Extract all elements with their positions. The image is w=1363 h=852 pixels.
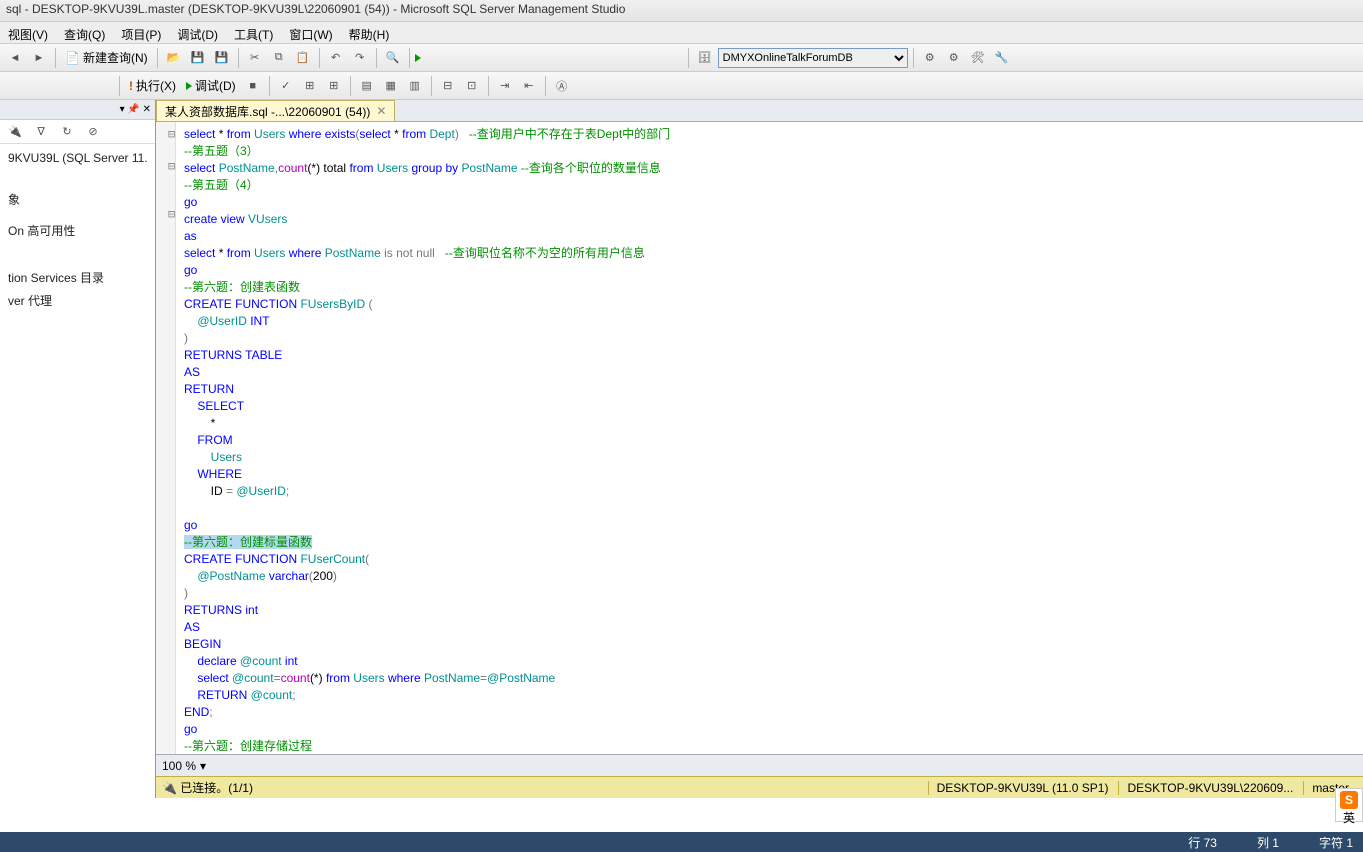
new-query-button[interactable]: 📄 新建查询(N) <box>61 49 152 66</box>
menu-view[interactable]: 视图(V) <box>0 24 56 41</box>
object-tree[interactable]: 9KVU39L (SQL Server 11. 象 On 高可用性 tion S… <box>0 144 155 316</box>
tree-server[interactable]: 9KVU39L (SQL Server 11. <box>4 148 151 168</box>
indent-icon[interactable]: ⇥ <box>494 75 516 97</box>
comment-icon[interactable]: ⊟ <box>437 75 459 97</box>
bottom-status: 行 73 列 1 字符 1 <box>0 832 1363 852</box>
uncomment-icon[interactable]: ⊡ <box>461 75 483 97</box>
fold-column[interactable]: ⊟ ⊟ ⊟ <box>168 126 176 222</box>
document-tabs: 某人资部数据库.sql -...\22060901 (54)) ✕ <box>156 100 1363 122</box>
tree-item[interactable]: On 高可用性 <box>4 219 151 242</box>
tool-icon-4[interactable]: 🔧 <box>991 47 1013 69</box>
plan-icon[interactable]: ⊞ <box>299 75 321 97</box>
tree-item[interactable]: ver 代理 <box>4 289 151 312</box>
tab-label: 某人资部数据库.sql -...\22060901 (54)) <box>165 103 370 120</box>
nav-back-icon[interactable]: ◄ <box>4 47 26 69</box>
toolbar-main: ◄ ► 📄 新建查询(N) 📂 💾 💾 ✂ ⧉ 📋 ↶ ↷ 🔍 🗄 DMYXOn… <box>0 44 1363 72</box>
object-explorer: ▾ 📌 ✕ 🔌 ∇ ↻ ⊘ 9KVU39L (SQL Server 11. 象 … <box>0 100 156 798</box>
menu-tools[interactable]: 工具(T) <box>226 24 281 41</box>
connection-status: 已连接。(1/1) <box>180 781 253 795</box>
close-tab-icon[interactable]: ✕ <box>376 104 386 118</box>
pane-toolbar: 🔌 ∇ ↻ ⊘ <box>0 120 155 144</box>
stop-icon[interactable]: ■ <box>242 75 264 97</box>
cursor-line: 行 73 <box>1188 834 1217 851</box>
open-file-icon[interactable]: 📂 <box>163 47 185 69</box>
save-all-icon[interactable]: 💾 <box>211 47 233 69</box>
redo-icon[interactable]: ↷ <box>349 47 371 69</box>
parse-icon[interactable]: ✓ <box>275 75 297 97</box>
tool-icon-2[interactable]: ⚙ <box>943 47 965 69</box>
menu-bar: 视图(V) 查询(Q) 项目(P) 调试(D) 工具(T) 窗口(W) 帮助(H… <box>0 22 1363 44</box>
results-text-icon[interactable]: ▤ <box>356 75 378 97</box>
copy-icon[interactable]: ⧉ <box>268 47 290 69</box>
cut-icon[interactable]: ✂ <box>244 47 266 69</box>
debug-button[interactable]: 调试(D) <box>182 77 240 94</box>
tree-item[interactable]: tion Services 目录 <box>4 266 151 289</box>
zoom-bar: 100 % ▾ <box>156 754 1363 776</box>
status-bar: 🔌 已连接。(1/1) DESKTOP-9KVU39L (11.0 SP1) D… <box>156 776 1363 798</box>
connect-icon[interactable]: 🔌 <box>4 121 26 143</box>
menu-window[interactable]: 窗口(W) <box>281 24 340 41</box>
cursor-col: 列 1 <box>1257 834 1279 851</box>
editor-area: 某人资部数据库.sql -...\22060901 (54)) ✕ ⊟ ⊟ ⊟ … <box>156 100 1363 798</box>
save-icon[interactable]: 💾 <box>187 47 209 69</box>
tab-sql-file[interactable]: 某人资部数据库.sql -...\22060901 (54)) ✕ <box>156 100 395 121</box>
ime-indicator[interactable]: S英 <box>1335 788 1363 822</box>
outdent-icon[interactable]: ⇤ <box>518 75 540 97</box>
title-bar: sql - DESKTOP-9KVU39L.master (DESKTOP-9K… <box>0 0 1363 22</box>
specify-values-icon[interactable]: Ⓐ <box>551 75 573 97</box>
tree-item[interactable]: 象 <box>4 188 151 211</box>
menu-debug[interactable]: 调试(D) <box>169 24 226 41</box>
includeplan-icon[interactable]: ⊞ <box>323 75 345 97</box>
zoom-level[interactable]: 100 % <box>162 759 196 773</box>
cursor-char: 字符 1 <box>1319 834 1353 851</box>
status-server: DESKTOP-9KVU39L (11.0 SP1) <box>928 781 1117 795</box>
window-title: sql - DESKTOP-9KVU39L.master (DESKTOP-9K… <box>6 2 625 16</box>
menu-query[interactable]: 查询(Q) <box>56 24 113 41</box>
refresh-icon[interactable]: ↻ <box>56 121 78 143</box>
stop-icon[interactable]: ⊘ <box>82 121 104 143</box>
code-content[interactable]: select * from Users where exists(select … <box>184 122 1363 754</box>
nav-fwd-icon[interactable]: ► <box>28 47 50 69</box>
menu-project[interactable]: 项目(P) <box>113 24 169 41</box>
run-icon[interactable] <box>415 54 421 62</box>
results-grid-icon[interactable]: ▦ <box>380 75 402 97</box>
tool-icon-3[interactable]: 🛠 <box>967 47 989 69</box>
filter-icon[interactable]: ∇ <box>30 121 52 143</box>
database-selector[interactable]: DMYXOnlineTalkForumDB <box>718 48 908 68</box>
paste-icon[interactable]: 📋 <box>292 47 314 69</box>
tool-icon-1[interactable]: ⚙ <box>919 47 941 69</box>
sql-editor[interactable]: ⊟ ⊟ ⊟ select * from Users where exists(s… <box>156 122 1363 754</box>
undo-icon[interactable]: ↶ <box>325 47 347 69</box>
status-login: DESKTOP-9KVU39L\220609... <box>1118 781 1301 795</box>
pane-header: ▾ 📌 ✕ <box>0 100 155 120</box>
execute-button[interactable]: ! 执行(X) <box>125 77 180 94</box>
results-file-icon[interactable]: ▥ <box>404 75 426 97</box>
find-icon[interactable]: 🔍 <box>382 47 404 69</box>
toolbar-sql: ! 执行(X) 调试(D) ■ ✓ ⊞ ⊞ ▤ ▦ ▥ ⊟ ⊡ ⇥ ⇤ Ⓐ <box>0 72 1363 100</box>
db-icon: 🗄 <box>694 47 716 69</box>
menu-help[interactable]: 帮助(H) <box>341 24 398 41</box>
